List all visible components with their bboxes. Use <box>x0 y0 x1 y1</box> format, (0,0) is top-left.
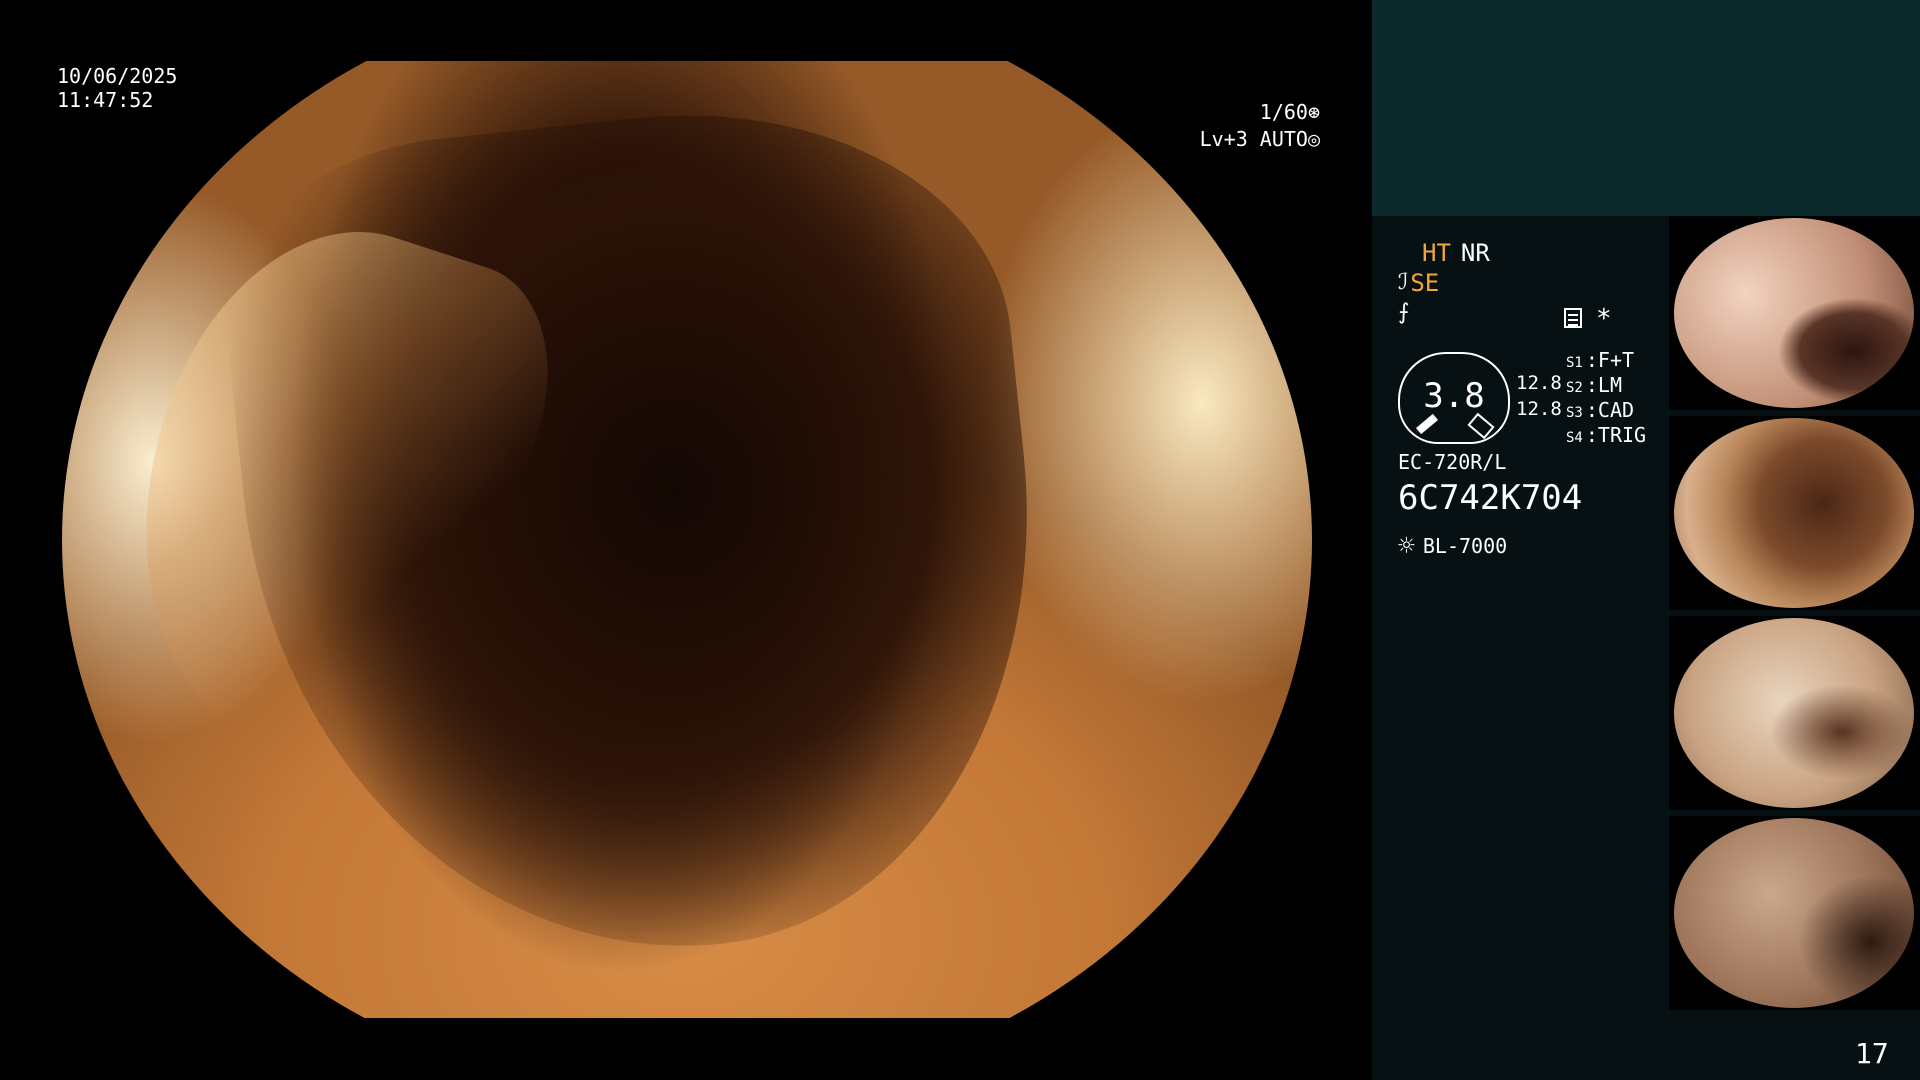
image-mask-top <box>0 0 1372 61</box>
f-mode-icon: ⨍ <box>1398 300 1410 325</box>
status-line-ht-nr: HT NR <box>1398 238 1698 268</box>
switch-key: S1 <box>1566 355 1583 371</box>
exposure-level: Lv+3 AUTO◎ <box>1199 127 1320 151</box>
gauge-marker-right <box>1467 412 1495 440</box>
endoscope-main-view: 10/06/2025 11:47:52 1/60⊛ Lv+3 AUTO◎ <box>0 0 1372 1080</box>
thumbnail-3[interactable] <box>1669 616 1920 810</box>
se-indicator: SE <box>1410 269 1440 297</box>
scope-serial: 6C742K704 <box>1398 478 1583 518</box>
scope-model: EC-720R/L <box>1398 450 1507 474</box>
switch-value: LM <box>1597 373 1622 397</box>
ht-indicator: HT <box>1422 239 1451 267</box>
magnification-gauge: 3.8 <box>1398 352 1510 444</box>
switch-assignments: S1: F+T S2: LM S3: CAD S4: TRIG <box>1566 348 1646 448</box>
capture-time: 11:47:52 <box>57 88 154 112</box>
sun-icon: ☼ <box>1398 529 1415 562</box>
asterisk-indicator: * <box>1596 304 1612 334</box>
capture-date: 10/06/2025 <box>57 64 178 88</box>
thumbnail-2[interactable] <box>1669 416 1920 610</box>
status-line-f: ⨍ <box>1398 298 1698 328</box>
switch-value: TRIG <box>1597 423 1647 447</box>
gauge-reading-2: 12.8 <box>1516 398 1562 420</box>
image-mask-bottom <box>0 1018 1372 1080</box>
switch-value: F+T <box>1597 348 1635 372</box>
thumbnail-image <box>1674 418 1914 608</box>
nr-indicator: NR <box>1460 239 1490 267</box>
gauge-value: 3.8 <box>1423 376 1485 416</box>
switch-row: S1: F+T <box>1566 348 1646 373</box>
light-source-label: BL-7000 <box>1422 534 1508 558</box>
panel-header-area <box>1372 0 1920 216</box>
switch-row: S3: CAD <box>1566 398 1646 423</box>
shutter-speed: 1/60⊛ <box>1259 100 1320 124</box>
thumbnail-image <box>1674 618 1914 808</box>
thumbnail-image <box>1674 818 1914 1008</box>
switch-row: S2: LM <box>1566 373 1646 398</box>
switch-key: S4 <box>1566 430 1583 446</box>
thumbnail-image <box>1674 218 1914 408</box>
switch-row: S4: TRIG <box>1566 423 1646 448</box>
status-block: HT NR ℐ SE ⨍ <box>1398 238 1698 328</box>
thumbnail-1[interactable] <box>1669 216 1920 410</box>
gauge-marker-left <box>1416 413 1438 435</box>
settings-icon <box>1564 308 1582 328</box>
switch-key: S2 <box>1566 380 1583 396</box>
light-source: ☼ BL-7000 <box>1398 532 1507 560</box>
switch-value: CAD <box>1597 398 1635 422</box>
status-line-se: ℐ SE <box>1398 268 1698 298</box>
thumbnail-4[interactable] <box>1669 816 1920 1010</box>
gauge-reading-1: 12.8 <box>1516 372 1562 394</box>
se-mode-icon: ℐ <box>1398 270 1409 295</box>
page-number: 17 <box>1855 1037 1889 1070</box>
switch-key: S3 <box>1566 405 1583 421</box>
